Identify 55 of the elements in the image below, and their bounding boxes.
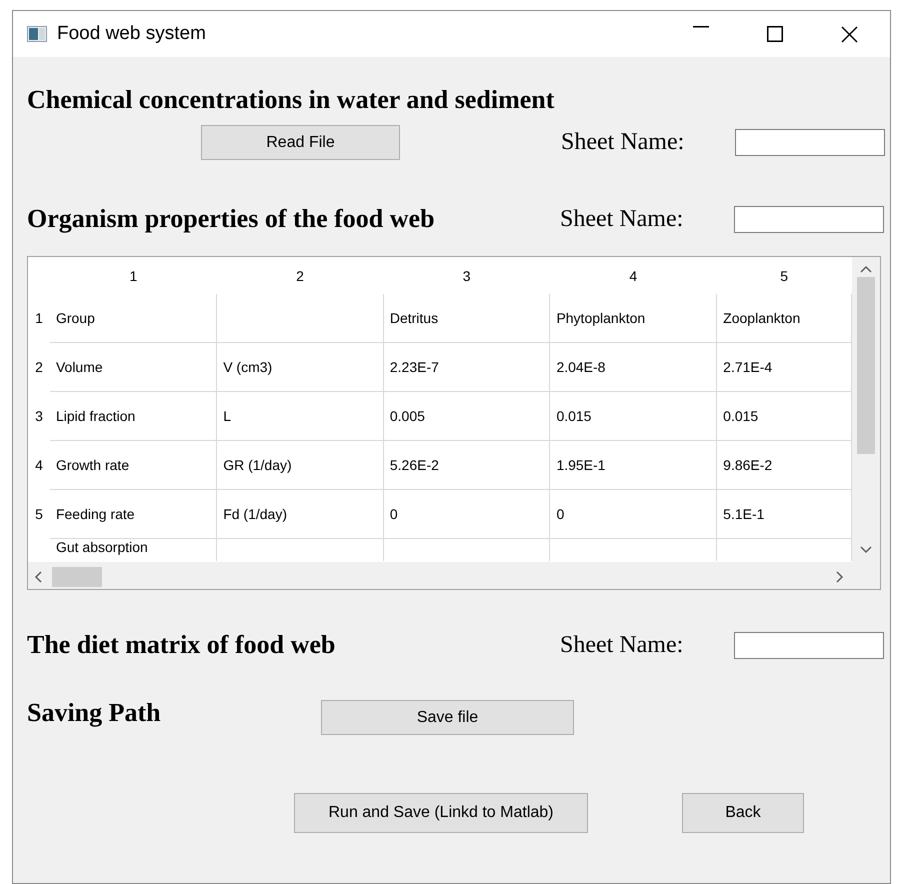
table-cell: Fd (1/day) — [216, 490, 384, 538]
table-cell: Growth rate — [50, 440, 217, 490]
row-header: 5 — [28, 490, 50, 538]
table-cell: Volume — [50, 342, 217, 392]
back-button[interactable]: Back — [682, 793, 804, 833]
column-header: 3 — [383, 257, 550, 294]
section-heading: Saving Path — [27, 698, 162, 728]
row-header: 4 — [28, 440, 50, 490]
table-cell: 2.04E-8 — [550, 342, 717, 392]
section-heading: Chemical concentrations in water and sediment — [27, 85, 556, 115]
minimize-icon[interactable] — [693, 26, 709, 28]
row-header: 2 — [28, 342, 50, 392]
read-file-button[interactable]: Read File — [201, 125, 400, 160]
save-file-button[interactable]: Save file — [321, 700, 574, 735]
column-header: 1 — [50, 257, 217, 294]
table-cell: GR (1/day) — [216, 440, 384, 490]
column-header: 2 — [216, 257, 384, 294]
table-cell: 1.95E-1 — [550, 440, 717, 490]
table-cell: Phytoplankton — [550, 294, 717, 342]
sheet-name-label: Sheet Name: — [560, 632, 684, 658]
scrollbar-thumb[interactable] — [857, 277, 876, 454]
table-cell: 5.26E-2 — [383, 440, 550, 490]
table-cell: 0 — [383, 490, 550, 538]
sheet-name-field[interactable] — [734, 632, 884, 658]
scrollbar-thumb[interactable] — [52, 566, 102, 586]
maximize-icon[interactable] — [767, 26, 783, 42]
column-header: 4 — [550, 257, 717, 294]
window-title: Food web system — [57, 23, 207, 45]
scroll-up-icon[interactable] — [860, 265, 872, 273]
scroll-right-icon[interactable] — [836, 570, 844, 582]
run-and-save-button[interactable]: Run and Save (Linkd to Matlab) — [294, 793, 588, 833]
scroll-down-icon[interactable] — [860, 546, 872, 554]
scroll-left-icon[interactable] — [34, 570, 42, 582]
section-heading: The diet matrix of food web — [27, 630, 336, 660]
table-cell: 0 — [550, 490, 717, 538]
close-icon[interactable] — [840, 26, 858, 42]
sheet-name-field[interactable] — [735, 129, 885, 156]
table-cell: 2.23E-7 — [383, 342, 550, 392]
table-cell: V (cm3) — [216, 342, 384, 392]
column-header: 5 — [716, 257, 852, 294]
table-cell: 0.005 — [383, 392, 550, 440]
table-cell: Detritus — [383, 294, 550, 342]
table-cell: Group — [50, 294, 217, 342]
row-header: 1 — [28, 294, 50, 342]
table-cell: Feeding rate — [50, 490, 217, 538]
table-cell: L — [216, 392, 384, 440]
row-header: 3 — [28, 392, 50, 440]
app-icon — [27, 26, 47, 42]
sheet-name-label: Sheet Name: — [560, 206, 684, 232]
table-cell: Lipid fraction — [50, 392, 217, 440]
table-cell: 0.015 — [550, 392, 717, 440]
sheet-name-field[interactable] — [734, 206, 884, 232]
sheet-name-label: Sheet Name: — [561, 129, 686, 156]
section-heading: Organism properties of the food web — [27, 204, 436, 234]
table-cell: Gut absorption — [50, 538, 217, 561]
